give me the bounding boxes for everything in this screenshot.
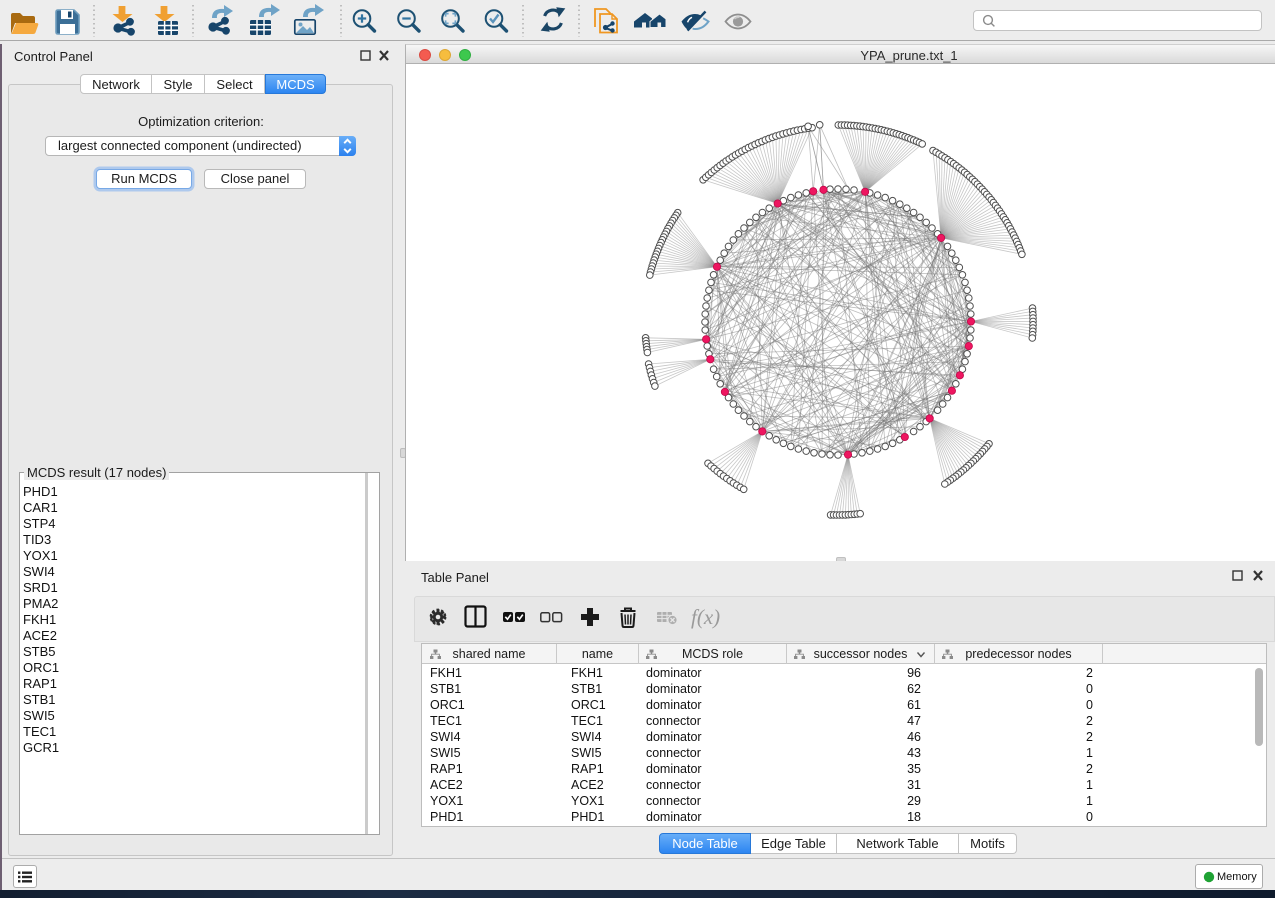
svg-text:f(x): f(x) [691,605,720,629]
